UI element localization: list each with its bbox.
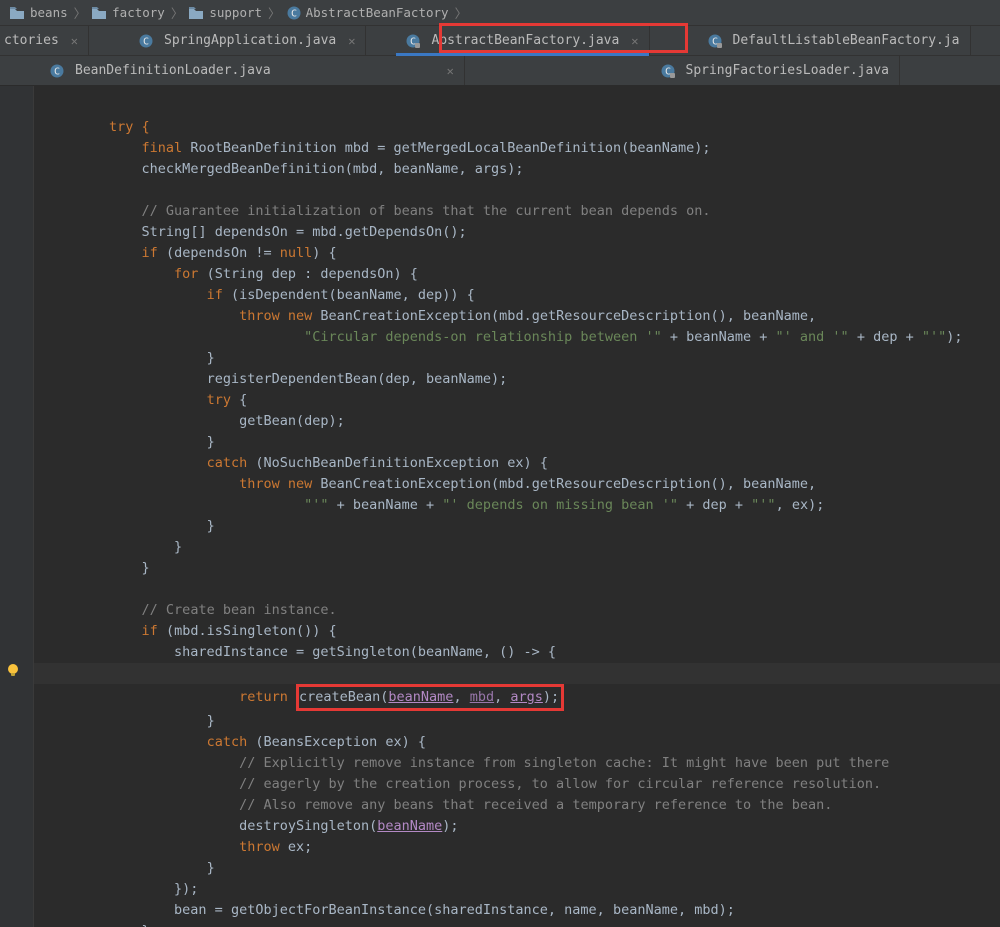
close-icon[interactable]: ✕ (71, 34, 78, 48)
editor-gutter[interactable] (0, 86, 34, 927)
tab-default-listable-bean-factory[interactable]: C DefaultListableBeanFactory.ja (698, 26, 971, 55)
svg-text:C: C (143, 36, 149, 47)
code-content: try { final RootBeanDefinition mbd = get… (34, 96, 1000, 927)
folder-icon (92, 7, 106, 19)
class-lock-icon: C (406, 34, 420, 48)
tab-label: BeanDefinitionLoader.java (75, 63, 271, 78)
class-icon: C (50, 64, 64, 78)
close-icon[interactable]: ✕ (447, 64, 454, 78)
tab-spring-application[interactable]: C SpringApplication.java ✕ (129, 26, 366, 55)
breadcrumb-label: beans (30, 5, 68, 20)
tab-ctories[interactable]: ctories ✕ (0, 26, 89, 55)
breadcrumb-item-support[interactable]: support (183, 5, 268, 20)
editor-area: try { final RootBeanDefinition mbd = get… (0, 86, 1000, 927)
chevron-right-icon: 〉 (455, 3, 468, 22)
breadcrumb-label: AbstractBeanFactory (306, 5, 449, 20)
close-icon[interactable]: ✕ (631, 34, 638, 48)
tab-label: ctories (4, 33, 59, 48)
breadcrumb-item-class[interactable]: C AbstractBeanFactory (281, 5, 455, 20)
folder-icon (189, 7, 203, 19)
editor-tabs-row-1: ctories ✕ C SpringApplication.java ✕ C A… (0, 26, 1000, 56)
caret-line-highlight (34, 663, 1000, 684)
class-icon: C (139, 34, 153, 48)
folder-icon (10, 7, 24, 19)
class-lock-icon: C (708, 34, 722, 48)
breadcrumb-item-beans[interactable]: beans (4, 5, 74, 20)
breadcrumb-label: factory (112, 5, 165, 20)
breadcrumbs[interactable]: beans 〉 factory 〉 support 〉 C AbstractBe… (0, 0, 1000, 26)
breadcrumb-item-factory[interactable]: factory (86, 5, 171, 20)
tab-label: SpringApplication.java (164, 33, 336, 48)
chevron-right-icon: 〉 (74, 3, 87, 22)
chevron-right-icon: 〉 (171, 3, 184, 22)
tab-label: AbstractBeanFactory.java (431, 33, 619, 48)
annotation-highlight-call: createBean(beanName, mbd, args); (296, 684, 564, 711)
tab-label: DefaultListableBeanFactory.ja (733, 33, 960, 48)
tab-bean-definition-loader[interactable]: C BeanDefinitionLoader.java ✕ (40, 56, 465, 85)
svg-text:C: C (291, 8, 297, 19)
tab-abstract-bean-factory[interactable]: C AbstractBeanFactory.java ✕ (396, 26, 649, 55)
class-lock-icon: C (661, 64, 675, 78)
tab-label: SpringFactoriesLoader.java (686, 63, 890, 78)
svg-text:C: C (54, 66, 60, 77)
editor-tabs-row-2: C BeanDefinitionLoader.java ✕ C SpringFa… (0, 56, 1000, 86)
intention-bulb-icon[interactable] (6, 663, 20, 681)
tab-spring-factories-loader[interactable]: C SpringFactoriesLoader.java (651, 56, 901, 85)
close-icon[interactable]: ✕ (348, 34, 355, 48)
breadcrumb-label: support (209, 5, 262, 20)
code-editor[interactable]: try { final RootBeanDefinition mbd = get… (34, 86, 1000, 927)
class-icon: C (287, 6, 301, 20)
chevron-right-icon: 〉 (268, 3, 281, 22)
